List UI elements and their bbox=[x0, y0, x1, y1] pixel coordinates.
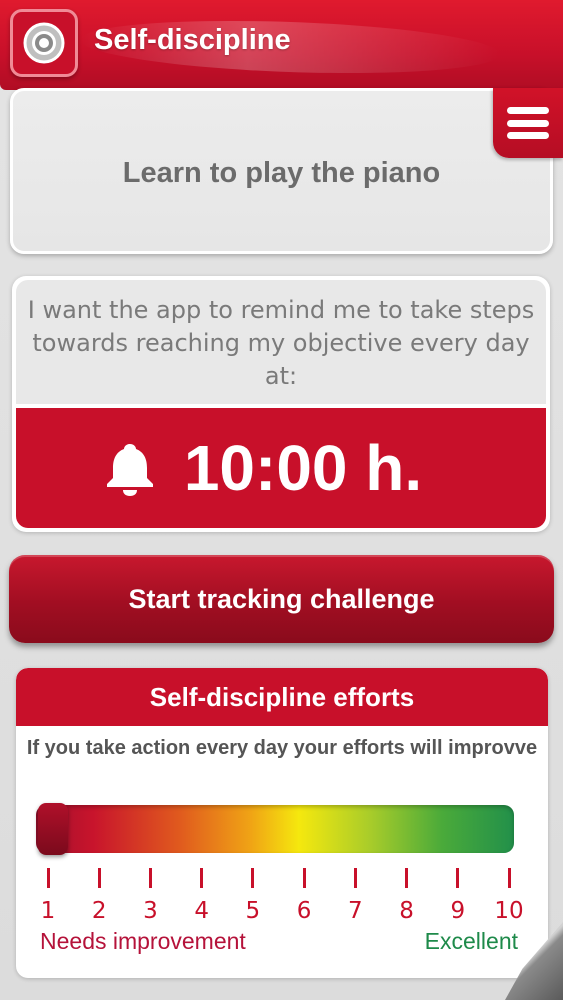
scale-label: 6 bbox=[296, 898, 312, 924]
scale-label: 3 bbox=[143, 898, 158, 924]
scale-tick bbox=[200, 868, 204, 888]
objective-card[interactable]: Learn to play the piano bbox=[10, 88, 553, 254]
reminder-time: 10:00 h. bbox=[183, 432, 423, 504]
scale-tick bbox=[302, 868, 306, 888]
scale-tick bbox=[507, 868, 511, 888]
reminder-card: I want the app to remind me to take step… bbox=[12, 276, 550, 532]
scale-tick bbox=[456, 868, 460, 888]
scale-label: 2 bbox=[91, 898, 107, 924]
menu-button[interactable] bbox=[493, 88, 563, 158]
hamburger-menu-icon bbox=[507, 107, 549, 139]
efforts-card: Self-discipline efforts If you take acti… bbox=[16, 668, 548, 978]
scale-label: 5 bbox=[245, 898, 261, 924]
efforts-title: Self-discipline efforts bbox=[16, 668, 548, 726]
efforts-description: If you take action every day your effort… bbox=[26, 737, 538, 759]
reminder-time-button[interactable]: 10:00 h. bbox=[16, 408, 546, 528]
scale-tick bbox=[148, 868, 152, 888]
app-screen: Self-discipline Learn to play the piano … bbox=[0, 0, 563, 1000]
start-tracking-button[interactable]: Start tracking challenge bbox=[9, 555, 554, 643]
scale-tick bbox=[46, 868, 50, 888]
scale-label: 1 bbox=[40, 898, 56, 924]
excellent-label: Excellent bbox=[424, 928, 518, 954]
scale-label: 8 bbox=[399, 898, 414, 924]
scale-tick bbox=[353, 868, 357, 888]
scale-tick bbox=[97, 868, 101, 888]
reminder-text: I want the app to remind me to take step… bbox=[16, 280, 546, 404]
scale-label: 4 bbox=[194, 898, 209, 924]
objective-text: Learn to play the piano bbox=[122, 156, 441, 189]
scale-label: 10 bbox=[494, 898, 524, 924]
scale-label: 9 bbox=[450, 898, 466, 924]
scale-label: 7 bbox=[348, 898, 363, 924]
efforts-slider-handle[interactable] bbox=[38, 803, 68, 855]
scale-tick bbox=[251, 868, 255, 888]
logo-button[interactable] bbox=[10, 9, 78, 77]
target-icon bbox=[23, 22, 65, 64]
app-header: Self-discipline bbox=[0, 0, 563, 90]
bell-icon bbox=[106, 444, 153, 496]
needs-improvement-label: Needs improvement bbox=[40, 928, 246, 954]
scale-tick bbox=[405, 868, 409, 888]
app-title: Self-discipline bbox=[94, 24, 291, 56]
efforts-gradient-bar bbox=[36, 805, 514, 853]
